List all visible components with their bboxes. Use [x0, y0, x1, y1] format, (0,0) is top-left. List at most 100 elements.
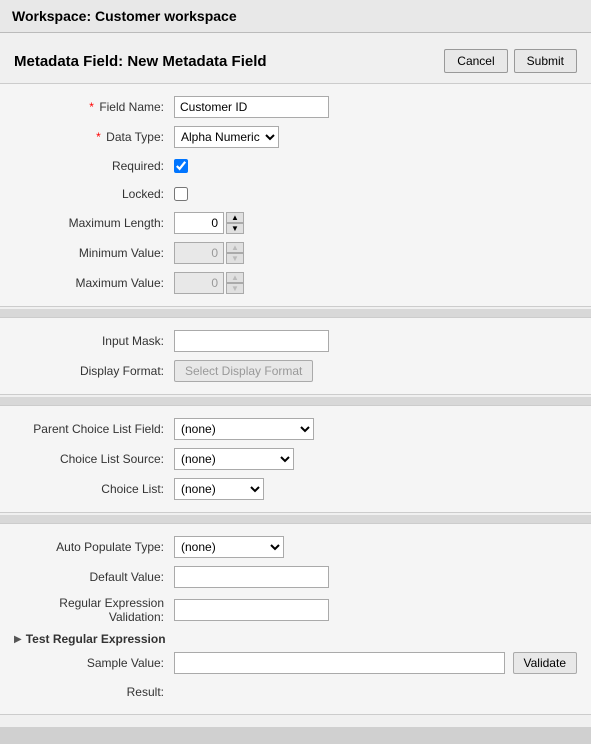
choice-list-section: Parent Choice List Field: (none) Choice … — [0, 405, 591, 513]
max-value-up-btn: ▲ — [226, 272, 244, 283]
locked-label: Locked: — [14, 187, 174, 201]
input-mask-label: Input Mask: — [14, 334, 174, 348]
max-length-row: Maximum Length: ▲ ▼ — [0, 208, 591, 238]
max-value-label: Maximum Value: — [14, 276, 174, 290]
required-row: Required: — [0, 152, 591, 180]
choice-list-source-control: (none) — [174, 448, 577, 470]
min-value-spinner: ▲ ▼ — [174, 242, 244, 264]
max-length-spinner: ▲ ▼ — [174, 212, 244, 234]
max-value-control: ▲ ▼ — [174, 272, 577, 294]
header-row: Metadata Field: New Metadata Field Cance… — [0, 43, 591, 83]
sample-value-label: Sample Value: — [14, 656, 174, 670]
data-type-select[interactable]: Alpha Numeric Numeric Date Boolean List — [174, 126, 279, 148]
sample-value-row: Sample Value: Validate — [0, 648, 591, 678]
main-content: Metadata Field: New Metadata Field Cance… — [0, 33, 591, 727]
default-value-row: Default Value: — [0, 562, 591, 592]
data-type-control: Alpha Numeric Numeric Date Boolean List — [174, 126, 577, 148]
regex-label: Regular Expression Validation: — [14, 596, 174, 624]
validate-button[interactable]: Validate — [513, 652, 577, 674]
max-length-down-btn[interactable]: ▼ — [226, 223, 244, 234]
main-form-section: * Field Name: * Data Type: Alpha Numeric… — [0, 83, 591, 307]
regex-control — [174, 599, 577, 621]
data-type-required-star: * — [96, 130, 101, 144]
cancel-button[interactable]: Cancel — [444, 49, 507, 73]
display-format-label: Display Format: — [14, 364, 174, 378]
data-type-row: * Data Type: Alpha Numeric Numeric Date … — [0, 122, 591, 152]
min-value-control: ▲ ▼ — [174, 242, 577, 264]
auto-populate-label: Auto Populate Type: — [14, 540, 174, 554]
locked-control — [174, 187, 577, 201]
field-name-required-star: * — [89, 100, 94, 114]
min-value-input — [174, 242, 224, 264]
sample-value-control: Validate — [174, 652, 577, 674]
workspace-title: Workspace: Customer workspace — [0, 0, 591, 33]
choice-list-select[interactable]: (none) — [174, 478, 264, 500]
max-length-input[interactable] — [174, 212, 224, 234]
required-label: Required: — [14, 159, 174, 173]
section-gap-2 — [0, 397, 591, 405]
choice-list-source-row: Choice List Source: (none) — [0, 444, 591, 474]
display-format-row: Display Format: Select Display Format — [0, 356, 591, 386]
parent-choice-row: Parent Choice List Field: (none) — [0, 414, 591, 444]
choice-list-control: (none) — [174, 478, 577, 500]
mask-format-section: Input Mask: Display Format: Select Displ… — [0, 317, 591, 395]
field-name-row: * Field Name: — [0, 92, 591, 122]
triangle-icon: ▶ — [14, 634, 22, 645]
min-value-row: Minimum Value: ▲ ▼ — [0, 238, 591, 268]
field-name-input[interactable] — [174, 96, 329, 118]
data-type-label: * Data Type: — [14, 130, 174, 144]
test-regex-header: ▶ Test Regular Expression — [0, 628, 591, 648]
min-value-down-btn: ▼ — [226, 253, 244, 264]
choice-list-source-select[interactable]: (none) — [174, 448, 294, 470]
max-length-spinner-btns: ▲ ▼ — [226, 212, 244, 234]
parent-choice-control: (none) — [174, 418, 577, 440]
field-name-label: * Field Name: — [14, 100, 174, 114]
select-display-format-button[interactable]: Select Display Format — [174, 360, 313, 382]
parent-choice-label: Parent Choice List Field: — [14, 422, 174, 436]
auto-populate-section: Auto Populate Type: (none) Default Value… — [0, 523, 591, 715]
default-value-label: Default Value: — [14, 570, 174, 584]
locked-checkbox[interactable] — [174, 187, 188, 201]
choice-list-source-label: Choice List Source: — [14, 452, 174, 466]
input-mask-input[interactable] — [174, 330, 329, 352]
auto-populate-row: Auto Populate Type: (none) — [0, 532, 591, 562]
min-value-label: Minimum Value: — [14, 246, 174, 260]
choice-list-label: Choice List: — [14, 482, 174, 496]
sample-value-input[interactable] — [174, 652, 505, 674]
submit-button[interactable]: Submit — [514, 49, 577, 73]
outer-container: Workspace: Customer workspace Metadata F… — [0, 0, 591, 727]
max-value-spinner-btns: ▲ ▼ — [226, 272, 244, 294]
result-label: Result: — [14, 685, 174, 699]
min-value-up-btn: ▲ — [226, 242, 244, 253]
required-checkbox[interactable] — [174, 159, 188, 173]
test-regex-label: Test Regular Expression — [26, 632, 166, 646]
auto-populate-control: (none) — [174, 536, 577, 558]
metadata-field-title: Metadata Field: New Metadata Field — [14, 53, 267, 70]
max-length-up-btn[interactable]: ▲ — [226, 212, 244, 223]
max-length-label: Maximum Length: — [14, 216, 174, 230]
result-row: Result: — [0, 678, 591, 706]
section-gap-3 — [0, 515, 591, 523]
header-buttons: Cancel Submit — [444, 49, 577, 73]
input-mask-control — [174, 330, 577, 352]
max-length-control: ▲ ▼ — [174, 212, 577, 234]
min-value-spinner-btns: ▲ ▼ — [226, 242, 244, 264]
locked-row: Locked: — [0, 180, 591, 208]
input-mask-row: Input Mask: — [0, 326, 591, 356]
required-control — [174, 159, 577, 173]
max-value-input — [174, 272, 224, 294]
section-gap-1 — [0, 309, 591, 317]
field-name-control — [174, 96, 577, 118]
workspace-title-text: Workspace: Customer workspace — [12, 8, 237, 24]
max-value-down-btn: ▼ — [226, 283, 244, 294]
default-value-input[interactable] — [174, 566, 329, 588]
max-value-spinner: ▲ ▼ — [174, 272, 244, 294]
auto-populate-select[interactable]: (none) — [174, 536, 284, 558]
regex-input[interactable] — [174, 599, 329, 621]
regex-row: Regular Expression Validation: — [0, 592, 591, 628]
max-value-row: Maximum Value: ▲ ▼ — [0, 268, 591, 298]
choice-list-row: Choice List: (none) — [0, 474, 591, 504]
parent-choice-select[interactable]: (none) — [174, 418, 314, 440]
display-format-control: Select Display Format — [174, 360, 577, 382]
default-value-control — [174, 566, 577, 588]
